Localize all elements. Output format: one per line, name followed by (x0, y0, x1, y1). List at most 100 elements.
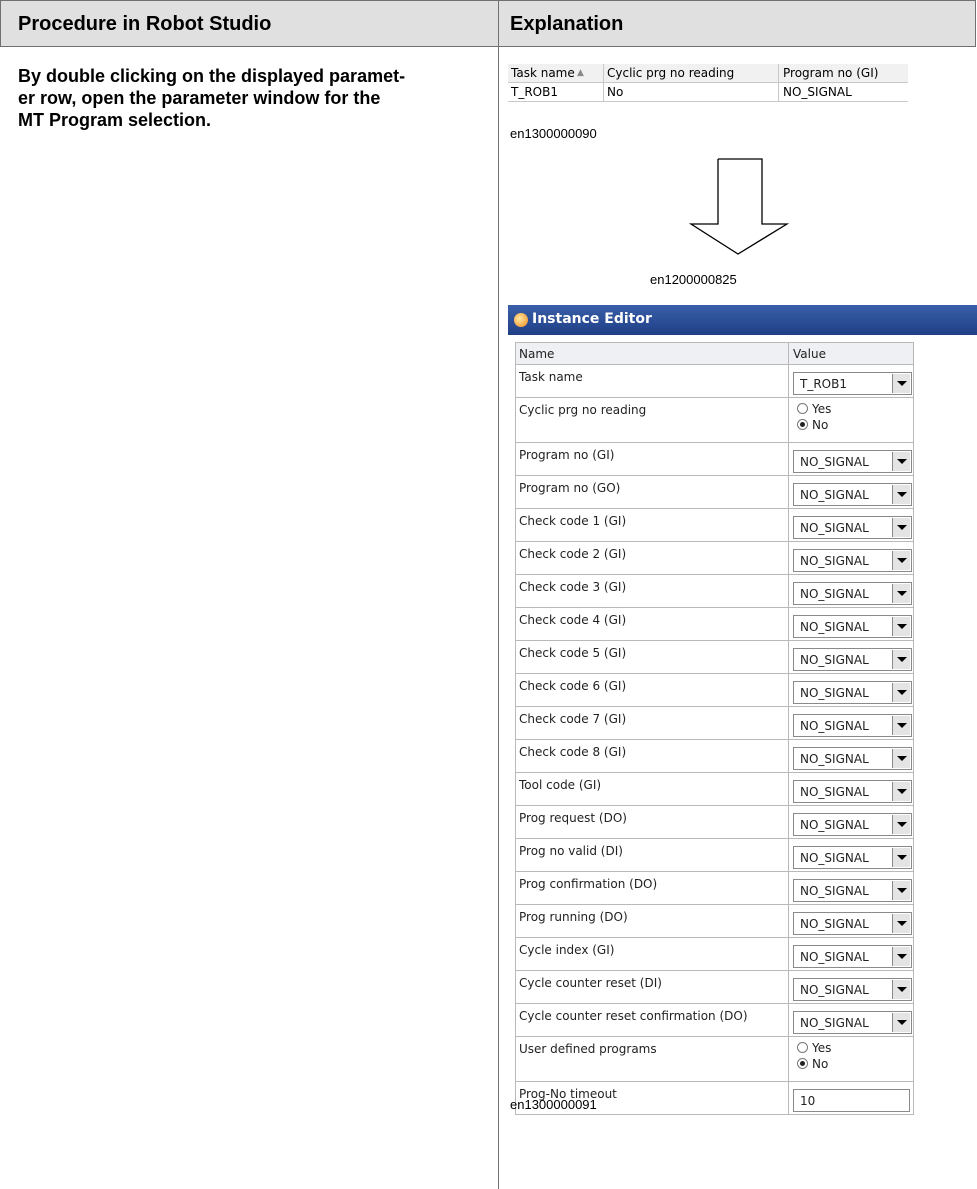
parameter-name: Check code 5 (GI) (519, 646, 627, 660)
parameter-row-grid: Task name ▲ Cyclic prg no reading Progra… (508, 64, 908, 106)
radio-button-icon[interactable] (797, 1042, 808, 1053)
value-dropdown[interactable]: NO_SIGNAL (793, 747, 912, 770)
value-dropdown[interactable]: NO_SIGNAL (793, 681, 912, 704)
table-row[interactable]: Cycle index (GI) NO_SIGNAL (515, 938, 914, 971)
value-dropdown[interactable]: NO_SIGNAL (793, 648, 912, 671)
table-row[interactable]: User defined programs Yes No (515, 1037, 914, 1082)
table-row[interactable]: Cyclic prg no reading Yes No (515, 398, 914, 443)
chevron-down-icon[interactable] (892, 518, 910, 537)
table-row[interactable]: Check code 2 (GI) NO_SIGNAL (515, 542, 914, 575)
value-dropdown[interactable]: NO_SIGNAL (793, 945, 912, 968)
table-row[interactable]: Prog running (DO) NO_SIGNAL (515, 905, 914, 938)
grid-header-program-no[interactable]: Program no (GI) (783, 66, 878, 80)
radio-button-icon[interactable] (797, 1058, 808, 1069)
parameter-name: Prog confirmation (DO) (519, 877, 658, 891)
chevron-down-icon[interactable] (892, 716, 910, 735)
radio-label: Yes (812, 402, 832, 416)
chevron-down-icon[interactable] (892, 452, 910, 471)
value-dropdown[interactable]: NO_SIGNAL (793, 615, 912, 638)
value-dropdown[interactable]: NO_SIGNAL (793, 1011, 912, 1034)
table-row[interactable]: Prog confirmation (DO) NO_SIGNAL (515, 872, 914, 905)
chevron-down-icon[interactable] (892, 683, 910, 702)
chevron-down-icon[interactable] (892, 815, 910, 834)
table-row[interactable]: Cycle counter reset (DI) NO_SIGNAL (515, 971, 914, 1004)
value-dropdown[interactable]: NO_SIGNAL (793, 879, 912, 902)
caption-bottom: en1300000091 (510, 1097, 597, 1112)
chevron-down-icon[interactable] (892, 881, 910, 900)
parameter-name: Program no (GI) (519, 448, 615, 462)
table-row[interactable]: Check code 8 (GI) NO_SIGNAL (515, 740, 914, 773)
value-dropdown[interactable]: T_ROB1 (793, 372, 912, 395)
value-dropdown[interactable]: NO_SIGNAL (793, 516, 912, 539)
grid-column-divider (778, 64, 779, 101)
robotstudio-icon (514, 313, 528, 327)
table-row[interactable]: Check code 3 (GI) NO_SIGNAL (515, 575, 914, 608)
column-divider (788, 1082, 789, 1114)
table-row[interactable]: Task name T_ROB1 (515, 365, 914, 398)
chevron-down-icon[interactable] (892, 782, 910, 801)
grid-header-cyclic[interactable]: Cyclic prg no reading (607, 66, 734, 80)
timeout-input[interactable]: 10 (793, 1089, 910, 1112)
value-dropdown[interactable]: NO_SIGNAL (793, 714, 912, 737)
dropdown-value: T_ROB1 (800, 377, 847, 391)
value-dropdown[interactable]: NO_SIGNAL (793, 450, 912, 473)
column-divider (788, 674, 789, 706)
value-dropdown[interactable]: NO_SIGNAL (793, 978, 912, 1001)
radio-option-no[interactable]: No (797, 418, 828, 432)
chevron-down-icon[interactable] (892, 1013, 910, 1032)
value-dropdown[interactable]: NO_SIGNAL (793, 549, 912, 572)
parameter-name: Prog no valid (DI) (519, 844, 623, 858)
radio-option-yes[interactable]: Yes (797, 402, 831, 416)
table-row[interactable]: Tool code (GI) NO_SIGNAL (515, 773, 914, 806)
radio-button-icon[interactable] (797, 403, 808, 414)
column-divider (788, 773, 789, 805)
chevron-down-icon[interactable] (892, 914, 910, 933)
procedure-line-2: er row, open the parameter window for th… (18, 88, 381, 108)
value-dropdown[interactable]: NO_SIGNAL (793, 846, 912, 869)
chevron-down-icon[interactable] (892, 650, 910, 669)
dropdown-value: NO_SIGNAL (800, 554, 869, 568)
parameter-name: Cycle counter reset (DI) (519, 976, 662, 990)
radio-option-no[interactable]: No (797, 1057, 828, 1071)
chevron-down-icon[interactable] (892, 485, 910, 504)
chevron-down-icon[interactable] (892, 584, 910, 603)
column-divider (788, 608, 789, 640)
column-value-header: Value (793, 347, 826, 361)
radio-button-icon[interactable] (797, 419, 808, 430)
value-dropdown[interactable]: NO_SIGNAL (793, 780, 912, 803)
table-header-row: Procedure in Robot Studio Explanation (0, 0, 976, 47)
chevron-down-icon[interactable] (892, 617, 910, 636)
table-row[interactable]: Prog request (DO) NO_SIGNAL (515, 806, 914, 839)
procedure-table: Procedure in Robot Studio Explanation By… (0, 0, 977, 1189)
dropdown-value: NO_SIGNAL (800, 719, 869, 733)
radio-option-yes[interactable]: Yes (797, 1041, 831, 1055)
column-divider (788, 1004, 789, 1036)
value-dropdown[interactable]: NO_SIGNAL (793, 582, 912, 605)
table-row[interactable]: Program no (GO) NO_SIGNAL (515, 476, 914, 509)
table-row[interactable]: T_ROB1 No NO_SIGNAL (508, 83, 908, 102)
table-row[interactable]: Check code 1 (GI) NO_SIGNAL (515, 509, 914, 542)
grid-header-task-name[interactable]: Task name (511, 66, 575, 80)
table-row[interactable]: Program no (GI) NO_SIGNAL (515, 443, 914, 476)
value-dropdown[interactable]: NO_SIGNAL (793, 483, 912, 506)
chevron-down-icon[interactable] (892, 749, 910, 768)
chevron-down-icon[interactable] (892, 947, 910, 966)
chevron-down-icon[interactable] (892, 848, 910, 867)
value-dropdown[interactable]: NO_SIGNAL (793, 912, 912, 935)
chevron-down-icon[interactable] (892, 980, 910, 999)
column-divider (788, 905, 789, 937)
instance-editor-window: Instance Editor Name Value Task name T_RO… (508, 305, 977, 1115)
table-row[interactable]: Cycle counter reset confirmation (DO) NO_… (515, 1004, 914, 1037)
value-dropdown[interactable]: NO_SIGNAL (793, 813, 912, 836)
column-divider (788, 740, 789, 772)
chevron-down-icon[interactable] (892, 374, 910, 393)
instance-editor-grid: Name Value Task name T_ROB1 Cyclic prg no … (515, 342, 914, 1115)
table-row[interactable]: Check code 4 (GI) NO_SIGNAL (515, 608, 914, 641)
parameter-name: Cycle index (GI) (519, 943, 615, 957)
table-row[interactable]: Prog no valid (DI) NO_SIGNAL (515, 839, 914, 872)
instance-editor-title: Instance Editor (532, 311, 652, 327)
table-row[interactable]: Check code 6 (GI) NO_SIGNAL (515, 674, 914, 707)
chevron-down-icon[interactable] (892, 551, 910, 570)
table-row[interactable]: Check code 5 (GI) NO_SIGNAL (515, 641, 914, 674)
table-row[interactable]: Check code 7 (GI) NO_SIGNAL (515, 707, 914, 740)
